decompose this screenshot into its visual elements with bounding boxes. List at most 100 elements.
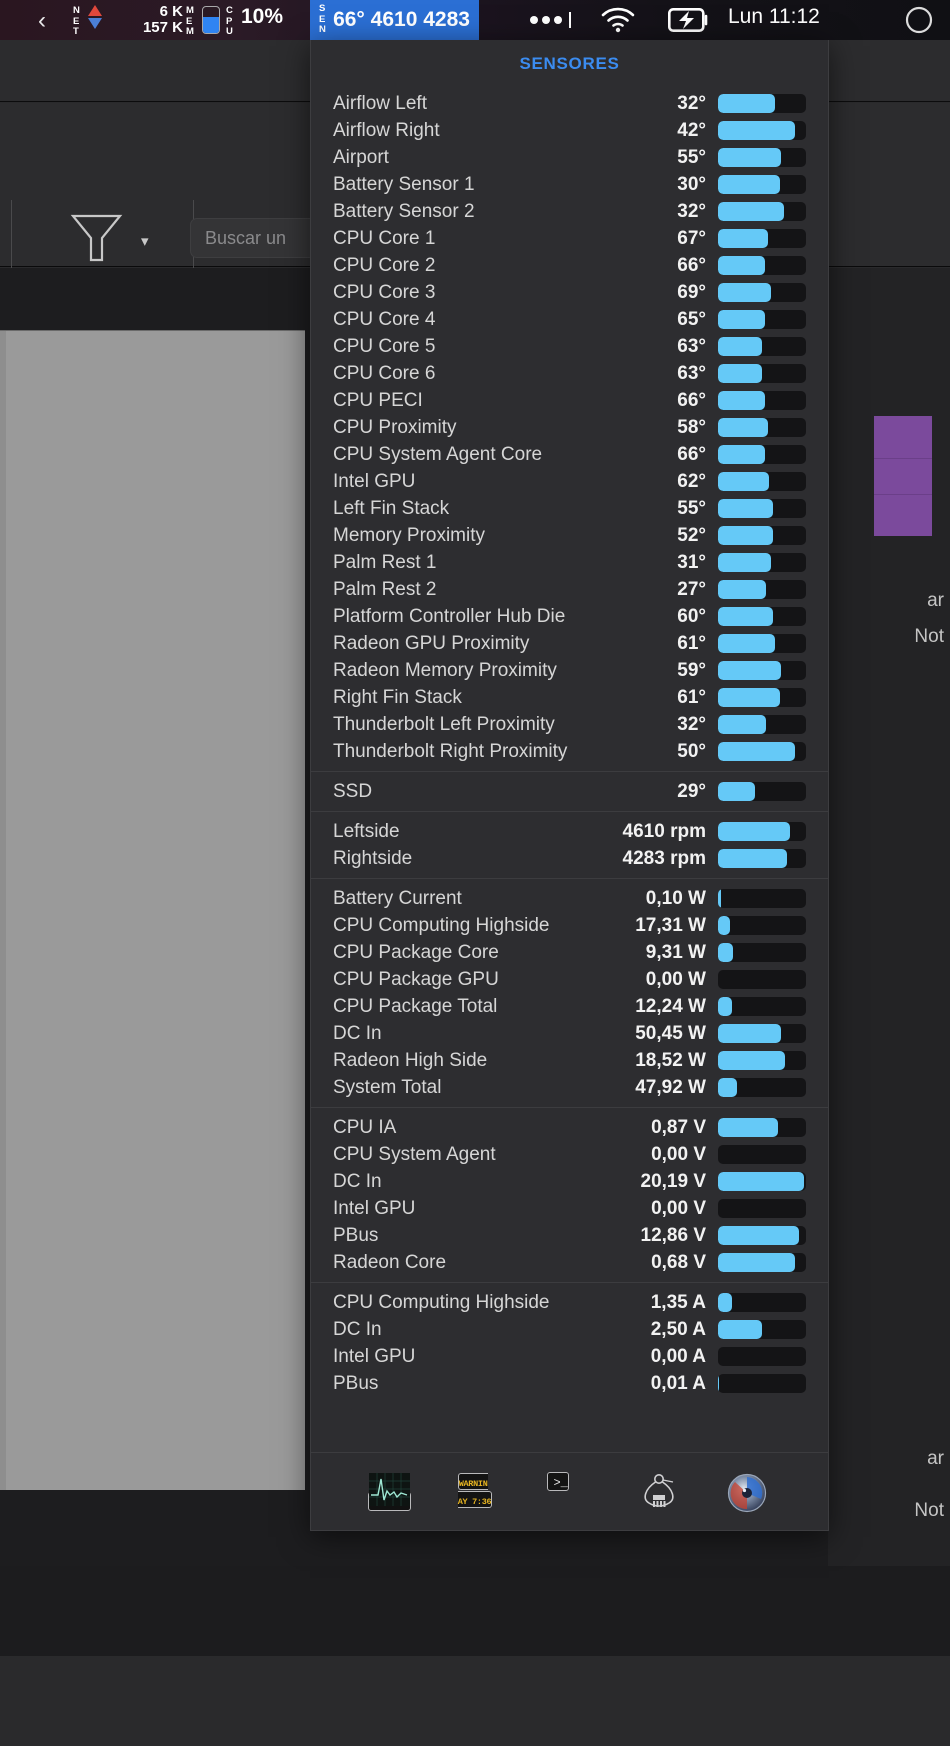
sensor-bar-fill — [718, 1118, 778, 1137]
sensor-bar-track — [718, 1145, 806, 1164]
message-list[interactable] — [0, 330, 305, 1490]
sensor-bar-track — [718, 997, 806, 1016]
sensor-bar-track — [718, 943, 806, 962]
sensor-row[interactable]: CPU Core 4 65° — [311, 306, 828, 333]
sensor-row[interactable]: Thunderbolt Left Proximity 32° — [311, 711, 828, 738]
sensor-row[interactable]: System Total 47,92 W — [311, 1074, 828, 1101]
battery-charging-icon[interactable] — [667, 7, 710, 37]
sensor-row[interactable]: Battery Sensor 2 32° — [311, 198, 828, 225]
sensor-label: Platform Controller Hub Die — [333, 605, 566, 627]
sensor-bar-track — [718, 742, 806, 761]
sensor-row[interactable]: CPU Core 2 66° — [311, 252, 828, 279]
sensor-row[interactable]: CPU Core 6 63° — [311, 360, 828, 387]
sensor-value: 2,50 A — [650, 1318, 706, 1340]
sensor-row[interactable]: SSD 29° — [311, 778, 828, 805]
sensor-label: Right Fin Stack — [333, 686, 462, 708]
sensor-row[interactable]: PBus 0,01 A — [311, 1370, 828, 1397]
sensor-row[interactable]: Palm Rest 2 27° — [311, 576, 828, 603]
colored-swatch — [874, 416, 932, 536]
sensor-row[interactable]: Airflow Left 32° — [311, 90, 828, 117]
right-panel-text-3: ar — [927, 1448, 944, 1469]
preferences-button[interactable] — [727, 1473, 771, 1512]
sensor-label: SSD — [333, 780, 373, 802]
terminal-button[interactable]: >_ — [547, 1471, 591, 1511]
sensor-row[interactable]: Battery Current 0,10 W — [311, 885, 828, 912]
sensor-row[interactable]: DC In 2,50 A — [311, 1316, 828, 1343]
sensor-bar-fill — [718, 580, 767, 599]
ecg-graph-icon — [367, 1472, 411, 1511]
sensor-value: 1,35 A — [650, 1291, 706, 1313]
sensor-row[interactable]: PBus 12,86 V — [311, 1222, 828, 1249]
funnel-icon: ▾ — [70, 213, 149, 263]
control-center-icon[interactable] — [905, 6, 933, 39]
sensor-row[interactable]: CPU PECI 66° — [311, 387, 828, 414]
warning-log-button[interactable]: WARNIN AY 7:36 — [457, 1472, 502, 1511]
sensor-row[interactable]: CPU Core 3 69° — [311, 279, 828, 306]
sensor-row[interactable]: Radeon Core 0,68 V — [311, 1249, 828, 1276]
sensor-row[interactable]: Thunderbolt Right Proximity 50° — [311, 738, 828, 765]
sensor-label: Battery Current — [333, 887, 462, 909]
sensor-label: System Total — [333, 1076, 442, 1098]
sensor-row[interactable]: Radeon Memory Proximity 59° — [311, 657, 828, 684]
sensor-bar-fill — [718, 688, 780, 707]
sensor-row[interactable]: CPU Core 5 63° — [311, 333, 828, 360]
memory-gauge-fill — [203, 16, 219, 33]
sensor-bar-track — [718, 1172, 806, 1191]
sensor-label: DC In — [333, 1170, 382, 1192]
sensor-row[interactable]: Intel GPU 0,00 A — [311, 1343, 828, 1370]
sensor-row[interactable]: Leftside 4610 rpm — [311, 818, 828, 845]
sensor-value: 47,92 W — [635, 1076, 706, 1098]
sensor-row[interactable]: Rightside 4283 rpm — [311, 845, 828, 872]
sensor-bar-track — [718, 1118, 806, 1137]
sensor-row[interactable]: Memory Proximity 52° — [311, 522, 828, 549]
sensor-row[interactable]: CPU Package GPU 0,00 W — [311, 966, 828, 993]
sensor-row[interactable]: DC In 50,45 W — [311, 1020, 828, 1047]
graph-monitor-button[interactable] — [367, 1472, 412, 1511]
sensor-group-fans: Leftside 4610 rpm Rightside 4283 rpm — [311, 811, 828, 878]
probe-button[interactable] — [637, 1473, 681, 1511]
menu-bar-clock[interactable]: Lun 11:12 — [728, 5, 820, 29]
sensor-row[interactable]: Intel GPU 62° — [311, 468, 828, 495]
right-panel-text-2: Not — [914, 626, 944, 647]
sensor-row[interactable]: CPU Package Core 9,31 W — [311, 939, 828, 966]
sensor-row[interactable]: Airflow Right 42° — [311, 117, 828, 144]
sensor-bar-fill — [718, 1024, 782, 1043]
sensor-row[interactable]: CPU Package Total 12,24 W — [311, 993, 828, 1020]
sensor-value: 32° — [677, 92, 706, 114]
sensor-label: Airflow Left — [333, 92, 427, 114]
sensor-bar-track — [718, 337, 806, 356]
sensor-row[interactable]: Platform Controller Hub Die 60° — [311, 603, 828, 630]
sensor-row[interactable]: CPU Computing Highside 17,31 W — [311, 912, 828, 939]
sensor-bar-fill — [718, 1320, 762, 1339]
sensors-popup-panel: SENSORES Airflow Left 32° Airflow Right 42°… — [310, 40, 829, 1531]
sensors-menu-item[interactable]: SEN 66° 4610 4283 — [310, 0, 479, 40]
sensor-row[interactable]: CPU IA 0,87 V — [311, 1114, 828, 1141]
sensor-row[interactable]: Airport 55° — [311, 144, 828, 171]
sensor-row[interactable]: CPU System Agent 0,00 V — [311, 1141, 828, 1168]
sensor-row[interactable]: CPU Computing Highside 1,35 A — [311, 1289, 828, 1316]
sensor-group-temperatures: Airflow Left 32° Airflow Right 42° Airport 55… — [311, 84, 828, 771]
sensor-row[interactable]: Intel GPU 0,00 V — [311, 1195, 828, 1222]
chevron-down-icon: ▾ — [140, 233, 149, 250]
back-chevron-icon[interactable]: ‹ — [38, 7, 46, 35]
sensor-row[interactable]: Left Fin Stack 55° — [311, 495, 828, 522]
sensor-row[interactable]: CPU System Agent Core 66° — [311, 441, 828, 468]
sensor-row[interactable]: Palm Rest 1 31° — [311, 549, 828, 576]
sensor-row[interactable]: Battery Sensor 1 30° — [311, 171, 828, 198]
wifi-icon[interactable] — [601, 7, 635, 38]
sensor-row[interactable]: Right Fin Stack 61° — [311, 684, 828, 711]
sensor-bar-track — [718, 175, 806, 194]
sensor-bar-fill — [718, 661, 782, 680]
sensor-label: Leftside — [333, 820, 400, 842]
sensor-row[interactable]: CPU Proximity 58° — [311, 414, 828, 441]
sensor-row[interactable]: CPU Core 1 67° — [311, 225, 828, 252]
sensor-value: 0,00 V — [651, 1143, 706, 1165]
control-dots-icon[interactable] — [530, 12, 571, 28]
sensor-value: 32° — [677, 713, 706, 735]
sensor-row[interactable]: Radeon GPU Proximity 61° — [311, 630, 828, 657]
sensors-menu-value: 66° 4610 4283 — [333, 8, 470, 31]
sensor-row[interactable]: DC In 20,19 V — [311, 1168, 828, 1195]
sensor-row[interactable]: Radeon High Side 18,52 W — [311, 1047, 828, 1074]
sensor-bar-track — [718, 148, 806, 167]
sensor-label: PBus — [333, 1224, 379, 1246]
